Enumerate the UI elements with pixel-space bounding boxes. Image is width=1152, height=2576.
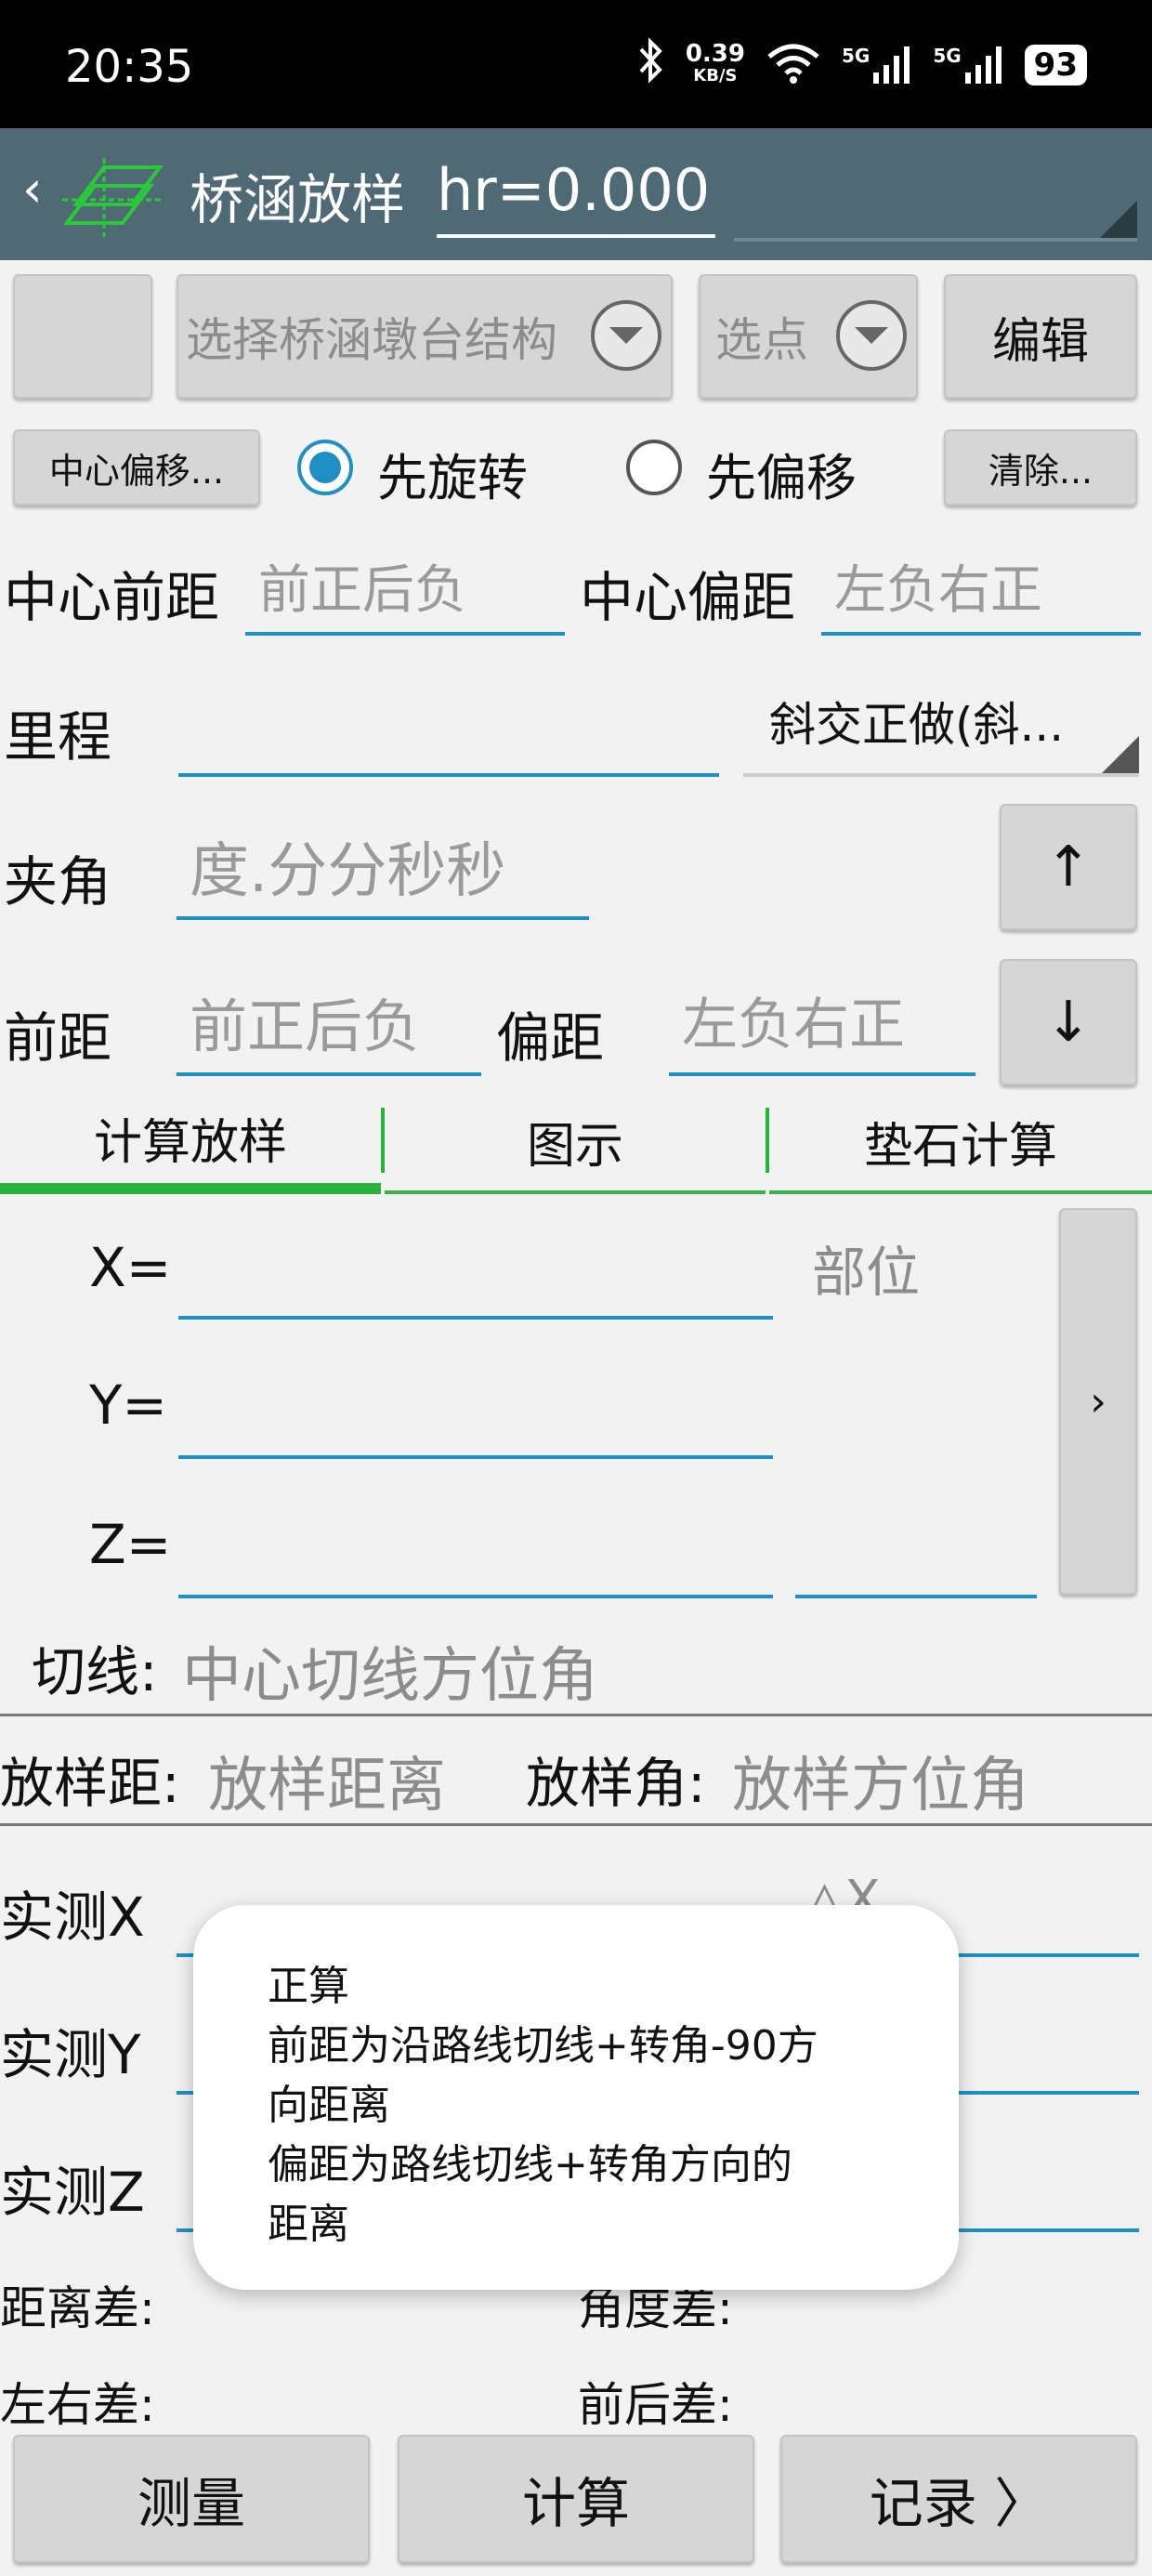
- bluetooth-icon: [637, 36, 665, 93]
- z-output[interactable]: [178, 1505, 773, 1598]
- tab-diagram[interactable]: 图示: [385, 1092, 766, 1194]
- offset-input[interactable]: 左负右正: [669, 979, 975, 1076]
- status-icons: 0.39 KB/S 5G 5G 93: [637, 36, 1087, 93]
- record-button[interactable]: 记录 〉: [780, 2435, 1137, 2563]
- mileage-input[interactable]: [178, 688, 719, 777]
- stake-distance-value: 放样距离: [208, 1752, 446, 1820]
- distance-diff-label: 距离差:: [0, 2281, 155, 2335]
- point-placeholder: 选点: [715, 313, 808, 367]
- calculate-button[interactable]: 计算: [398, 2435, 754, 2563]
- net-speed: 0.39 KB/S: [685, 40, 745, 85]
- center-offset-input[interactable]: 左负右正: [821, 548, 1141, 636]
- spinner-corner-icon: [1100, 201, 1137, 238]
- center-offset-button[interactable]: 中心偏移...: [13, 429, 260, 506]
- title-spinner[interactable]: [734, 149, 1137, 242]
- battery-icon: 93: [1024, 45, 1087, 85]
- fb-diff-label: 前后差:: [578, 2378, 733, 2432]
- hr-input[interactable]: hr=0.000: [437, 149, 715, 238]
- wifi-icon: [766, 42, 821, 88]
- x-output[interactable]: [178, 1227, 773, 1320]
- divider: [0, 1714, 1152, 1716]
- blank-button[interactable]: [13, 274, 152, 399]
- front-label: 前距: [4, 1006, 112, 1070]
- page-title: 桥涵放样: [190, 168, 406, 231]
- stake-angle-label: 放样角:: [526, 1752, 706, 1815]
- mode-spinner[interactable]: 斜交正做(斜...: [743, 688, 1139, 777]
- back-chevron-icon[interactable]: ‹: [22, 160, 43, 218]
- x-label: X=: [89, 1236, 172, 1299]
- offset-first-label: 先偏移: [706, 449, 857, 507]
- center-front-input[interactable]: 前正后负: [245, 548, 565, 636]
- edit-button[interactable]: 编辑: [944, 274, 1137, 399]
- mileage-label: 里程: [4, 705, 112, 769]
- tangent-label: 切线:: [32, 1640, 158, 1703]
- offset-label: 偏距: [496, 1006, 605, 1070]
- center-front-label: 中心前距: [4, 566, 220, 629]
- stake-distance-label: 放样距:: [0, 1752, 180, 1815]
- radio-dot: [309, 452, 341, 483]
- part-placeholder: 部位: [812, 1241, 921, 1304]
- tangent-value: 中心切线方位角: [182, 1642, 598, 1711]
- divider: [0, 1823, 1152, 1826]
- lr-diff-label: 左右差:: [0, 2378, 155, 2432]
- rotate-first-radio[interactable]: [297, 440, 353, 495]
- dropdown-icon: [591, 300, 661, 371]
- signal-5g-icon-2: 5G: [933, 45, 1003, 85]
- point-select[interactable]: 选点: [699, 274, 918, 399]
- part-input[interactable]: [795, 1505, 1037, 1598]
- toast-line: 距离: [268, 2201, 349, 2248]
- measured-z-label: 实测Z: [0, 2161, 145, 2224]
- y-label: Y=: [89, 1373, 168, 1437]
- angle-label: 夹角: [4, 850, 112, 913]
- up-button[interactable]: ↑: [1000, 804, 1137, 930]
- mode-value: 斜交正做(斜...: [769, 698, 1065, 752]
- measured-y-label: 实测Y: [0, 2023, 141, 2086]
- angle-input[interactable]: 度.分分秒秒: [177, 823, 589, 920]
- tab-calc-stakeout[interactable]: 计算放样: [0, 1092, 381, 1194]
- measured-x-label: 实测X: [0, 1886, 145, 1949]
- measure-button[interactable]: 测量: [13, 2435, 370, 2563]
- stake-angle-value: 放样方位角: [732, 1752, 1029, 1820]
- dropdown-icon: [836, 300, 907, 371]
- clear-button[interactable]: 清除...: [944, 429, 1137, 506]
- center-offset-label: 中心偏距: [580, 566, 796, 629]
- down-button[interactable]: ↓: [1000, 959, 1137, 1085]
- info-toast: 正算 前距为沿路线切线+转角-90方 向距离 偏距为路线切线+转角方向的 距离: [193, 1905, 959, 2290]
- spinner-corner-icon: [1102, 736, 1139, 773]
- front-input[interactable]: 前正后负: [177, 979, 481, 1076]
- offset-first-radio[interactable]: [626, 440, 682, 495]
- toast-line: 正算: [268, 1963, 349, 2010]
- rotate-first-label: 先旋转: [377, 449, 528, 507]
- tab-pad-stone[interactable]: 垫石计算: [769, 1092, 1152, 1194]
- structure-placeholder: 选择桥涵墩台结构: [186, 313, 557, 367]
- toast-line: 偏距为路线切线+转角方向的: [268, 2141, 792, 2188]
- y-output[interactable]: [178, 1366, 773, 1459]
- toast-line: 向距离: [268, 2082, 390, 2129]
- bridge-logo-icon: [58, 149, 169, 245]
- structure-select[interactable]: 选择桥涵墩台结构: [177, 274, 673, 399]
- signal-5g-icon: 5G: [842, 45, 912, 85]
- z-label: Z=: [89, 1513, 172, 1576]
- status-time: 20:35: [65, 41, 194, 93]
- side-next-button[interactable]: ›: [1059, 1208, 1137, 1595]
- toast-line: 前距为沿路线切线+转角-90方: [268, 2022, 818, 2070]
